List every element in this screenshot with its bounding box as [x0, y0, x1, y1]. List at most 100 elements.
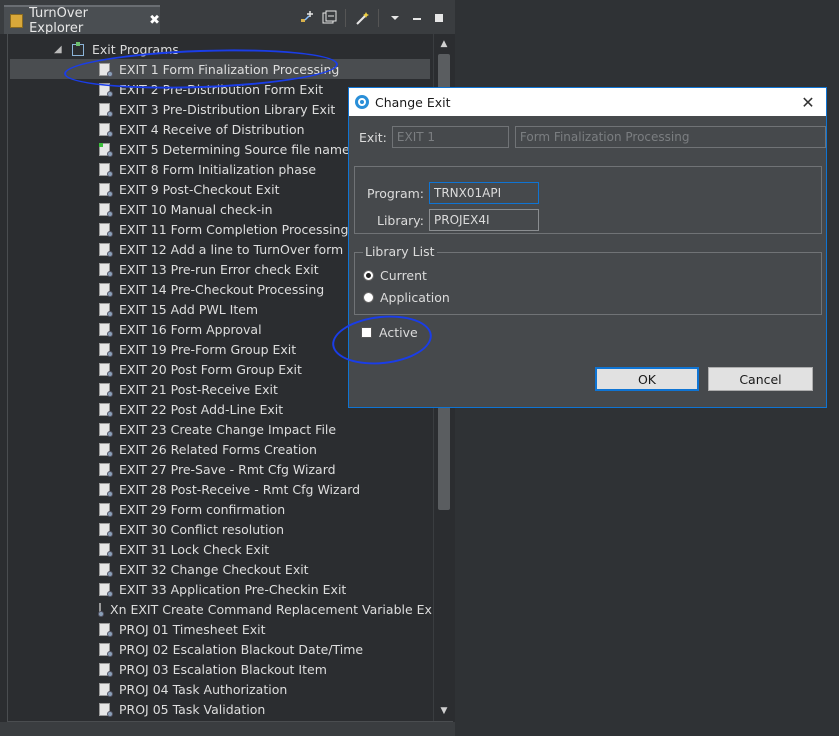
tree-root-exit-programs[interactable]: ◢ Exit Programs	[54, 40, 179, 58]
tree-item-label: PROJ 05 Task Validation	[119, 701, 266, 717]
exit-program-icon	[99, 502, 113, 517]
exit-program-icon	[99, 682, 113, 697]
tree-item[interactable]: EXIT 29 Form confirmation	[10, 499, 430, 519]
tree-item-label: EXIT 1 Form Finalization Processing	[119, 61, 340, 77]
exit-number-field	[391, 126, 509, 148]
program-input[interactable]	[429, 182, 539, 204]
active-label[interactable]: Active	[379, 325, 418, 340]
exit-program-icon	[99, 102, 113, 117]
tree-item[interactable]: EXIT 26 Related Forms Creation	[10, 439, 430, 459]
tree-item[interactable]: PROJ 05 Task Validation	[10, 699, 430, 719]
exit-program-icon	[99, 302, 113, 317]
exit-program-icon	[99, 202, 113, 217]
program-group: Program: Library:	[354, 166, 822, 234]
ok-button[interactable]: OK	[595, 367, 699, 391]
exit-program-icon	[99, 122, 113, 137]
radio-application[interactable]: Application	[363, 290, 450, 305]
radio-current[interactable]: Current	[363, 268, 427, 283]
tree-item-label: EXIT 27 Pre-Save - Rmt Cfg Wizard	[119, 461, 336, 477]
tree-item[interactable]: EXIT 32 Change Checkout Exit	[10, 559, 430, 579]
tree-item-label: EXIT 26 Related Forms Creation	[119, 441, 317, 457]
magic-wand-icon[interactable]	[353, 9, 371, 27]
tree-item[interactable]: Xn EXIT Create Command Replacement Varia…	[10, 599, 432, 619]
exit-program-icon	[99, 522, 113, 537]
view-menu-icon[interactable]	[386, 9, 404, 27]
exit-program-icon	[99, 442, 113, 457]
tree-item[interactable]: EXIT 28 Post-Receive - Rmt Cfg Wizard	[10, 479, 430, 499]
exit-program-icon	[99, 362, 113, 377]
exit-program-icon	[99, 142, 113, 157]
exit-program-icon	[99, 542, 113, 557]
library-row: Library:	[363, 209, 539, 231]
exit-program-icon	[99, 662, 113, 677]
close-tab-icon[interactable]: ✖	[149, 13, 160, 28]
tree-item-label: EXIT 8 Form Initialization phase	[119, 161, 317, 177]
scroll-down-arrow-icon[interactable]: ▼	[438, 705, 450, 717]
tree-item[interactable]: PROJ 03 Escalation Blackout Item	[10, 659, 430, 679]
tree-item-label: EXIT 31 Lock Check Exit	[119, 541, 270, 557]
tree-item-label: EXIT 3 Pre-Distribution Library Exit	[119, 101, 336, 117]
explorer-bottom-strip	[0, 722, 455, 736]
tree-item[interactable]: EXIT 30 Conflict resolution	[10, 519, 430, 539]
exit-program-icon	[99, 322, 113, 337]
tree-item-label: EXIT 30 Conflict resolution	[119, 521, 285, 537]
exit-program-icon	[99, 342, 113, 357]
exit-program-icon	[99, 462, 113, 477]
exit-programs-folder-icon	[70, 42, 86, 56]
exit-program-icon	[99, 482, 113, 497]
radio-application-button[interactable]	[363, 292, 374, 303]
tree-item[interactable]: PROJ 02 Escalation Blackout Date/Time	[10, 639, 430, 659]
exit-program-icon	[99, 182, 113, 197]
radio-current-label[interactable]: Current	[380, 268, 427, 283]
tree-item-label: EXIT 28 Post-Receive - Rmt Cfg Wizard	[119, 481, 361, 497]
tree-item-label: EXIT 21 Post-Receive Exit	[119, 381, 278, 397]
toolbar-separator	[345, 9, 346, 27]
tree-item-label: EXIT 33 Application Pre-Checkin Exit	[119, 581, 347, 597]
tree-item[interactable]: EXIT 31 Lock Check Exit	[10, 539, 430, 559]
tree-item-label: EXIT 19 Pre-Form Group Exit	[119, 341, 297, 357]
program-row: Program:	[363, 182, 539, 204]
library-input[interactable]	[429, 209, 539, 231]
expand-caret-icon[interactable]: ◢	[54, 44, 64, 55]
tree-root-label: Exit Programs	[92, 41, 179, 57]
tree-item[interactable]: EXIT 33 Application Pre-Checkin Exit	[10, 579, 430, 599]
radio-current-button[interactable]	[363, 270, 374, 281]
library-list-legend: Library List	[363, 244, 437, 259]
minimize-icon[interactable]	[408, 9, 426, 27]
tree-item[interactable]: EXIT 1 Form Finalization Processing	[10, 59, 430, 79]
exit-description-field	[514, 126, 826, 148]
link-editor-icon[interactable]	[298, 9, 316, 27]
exit-label: Exit:	[359, 129, 387, 145]
radio-application-label[interactable]: Application	[380, 290, 450, 305]
tree-item-label: EXIT 4 Receive of Distribution	[119, 121, 305, 137]
library-list-group: Library List Current Application	[354, 244, 822, 315]
tree-item-label: EXIT 11 Form Completion Processing	[119, 221, 349, 237]
explorer-tab-title: TurnOver Explorer	[29, 5, 88, 36]
change-exit-dialog: Change Exit ✕ Exit: Program: Library: Li…	[348, 87, 827, 408]
tree-item-label: EXIT 16 Form Approval	[119, 321, 262, 337]
tree-item-label: EXIT 10 Manual check-in	[119, 201, 273, 217]
turnover-explorer-icon	[10, 13, 24, 28]
cancel-button[interactable]: Cancel	[708, 367, 813, 391]
app-logo-icon	[355, 95, 369, 109]
exit-program-icon	[99, 562, 113, 577]
tree-item-label: EXIT 14 Pre-Checkout Processing	[119, 281, 325, 297]
scroll-up-arrow-icon[interactable]: ▲	[438, 38, 450, 50]
exit-row: Exit:	[359, 126, 826, 148]
dialog-close-button[interactable]: ✕	[790, 93, 826, 112]
active-checkbox[interactable]	[361, 327, 372, 338]
maximize-icon[interactable]	[430, 9, 448, 27]
tree-item[interactable]: EXIT 23 Create Change Impact File	[10, 419, 430, 439]
exit-program-icon	[99, 422, 113, 437]
explorer-tab[interactable]: TurnOver Explorer ✖	[4, 5, 160, 36]
tree-item[interactable]: PROJ 01 Timesheet Exit	[10, 619, 430, 639]
collapse-all-icon[interactable]	[320, 9, 338, 27]
exit-program-icon	[99, 402, 113, 417]
tree-item-label: PROJ 01 Timesheet Exit	[119, 621, 266, 637]
exit-program-icon	[99, 222, 113, 237]
tree-item[interactable]: EXIT 27 Pre-Save - Rmt Cfg Wizard	[10, 459, 430, 479]
active-checkbox-row[interactable]: Active	[361, 325, 418, 340]
tree-item[interactable]: PROJ 04 Task Authorization	[10, 679, 430, 699]
tree-item-label: EXIT 22 Post Add-Line Exit	[119, 401, 284, 417]
library-label: Library:	[376, 212, 424, 228]
